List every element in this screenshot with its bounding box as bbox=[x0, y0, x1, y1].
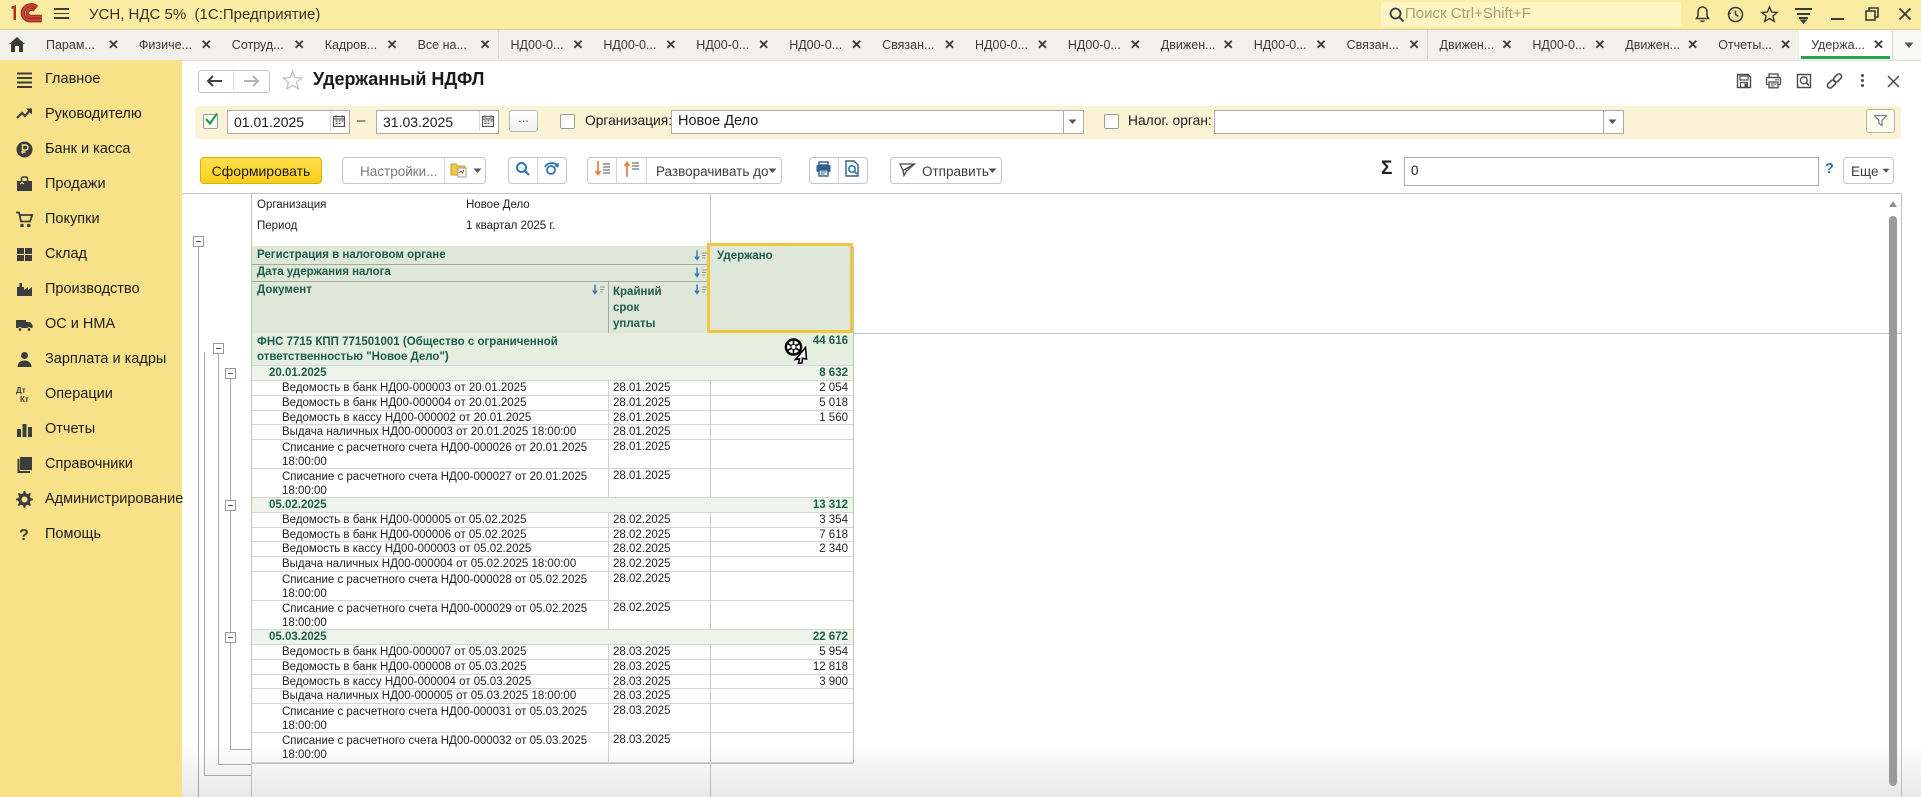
svg-text:Кт: Кт bbox=[20, 395, 29, 404]
svg-text:Дт: Дт bbox=[16, 386, 26, 395]
svg-text:?: ? bbox=[19, 527, 29, 544]
